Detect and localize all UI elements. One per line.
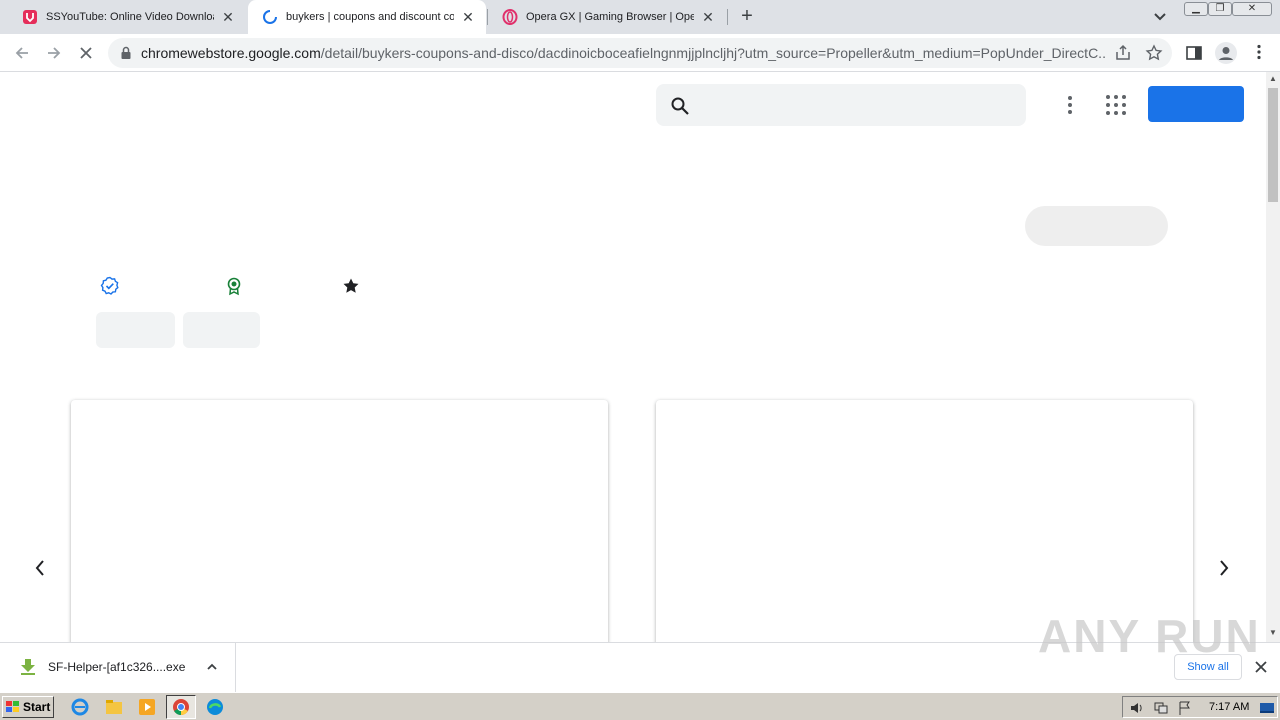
category-chip-placeholder [96, 312, 175, 348]
url-host: chromewebstore.google.com [141, 45, 321, 61]
tab-title: buykers | coupons and discount codes [286, 11, 454, 23]
tab-title: Opera GX | Gaming Browser | Opera [526, 11, 694, 23]
close-tab-icon[interactable]: ✕ [460, 9, 476, 25]
tab-strip: SSYouTube: Online Video Downloader ✕ buy… [0, 0, 1280, 34]
media-player-icon[interactable] [137, 697, 157, 717]
google-apps-icon[interactable] [1104, 93, 1128, 117]
bookmark-star-icon[interactable] [1145, 44, 1163, 62]
tab-search-chevron-icon[interactable] [1150, 8, 1170, 26]
ssyoutube-icon [23, 10, 37, 24]
verified-badge-icon [100, 276, 119, 295]
close-tab-icon[interactable]: ✕ [700, 9, 716, 25]
windows-taskbar: Start 7:17 AM [0, 692, 1280, 720]
close-window-button[interactable]: ✕ [1232, 2, 1272, 16]
carousel-next-button[interactable] [1214, 558, 1234, 578]
download-item[interactable]: SF-Helper-[af1c326....exe [0, 643, 236, 693]
volume-icon[interactable] [1129, 700, 1145, 716]
scroll-up-icon[interactable]: ▲ [1269, 74, 1277, 83]
category-chip-placeholder [183, 312, 260, 348]
close-tab-icon[interactable]: ✕ [220, 9, 236, 25]
stop-loading-button[interactable] [74, 41, 98, 65]
chevron-up-icon[interactable] [205, 660, 219, 674]
back-button[interactable] [10, 41, 34, 65]
system-tray: 7:17 AM [1122, 696, 1278, 718]
chrome-menu-icon[interactable] [1250, 43, 1268, 61]
page-scrollbar[interactable]: ▲ ▼ [1266, 72, 1280, 642]
edge-icon[interactable] [205, 697, 225, 717]
scroll-down-icon[interactable]: ▼ [1269, 628, 1277, 637]
address-bar[interactable]: chromewebstore.google.com/detail/buykers… [108, 38, 1172, 68]
forward-arrow-icon [48, 47, 61, 59]
download-file-name: SF-Helper-[af1c326....exe [48, 660, 186, 674]
close-icon [80, 47, 92, 59]
url-path: /detail/buykers-coupons-and-disco/dacdin… [320, 45, 1105, 61]
download-file-icon [21, 659, 35, 675]
forward-button[interactable] [42, 41, 66, 65]
taskbar-clock[interactable]: 7:17 AM [1209, 701, 1249, 713]
start-label: Start [23, 700, 51, 714]
action-center-flag-icon[interactable] [1177, 700, 1193, 716]
new-tab-button[interactable]: + [736, 6, 758, 28]
opera-icon [502, 9, 518, 25]
show-all-downloads-button[interactable]: Show all [1174, 654, 1242, 680]
tab-ssyoutube[interactable]: SSYouTube: Online Video Downloader ✕ [8, 0, 246, 34]
chrome-icon [173, 699, 189, 715]
download-bar: ANY RUN SF-Helper-[af1c326....exe Show a… [0, 610, 1280, 693]
restore-button[interactable]: ❐ [1208, 2, 1232, 16]
screenshot-card [656, 400, 1193, 642]
start-button[interactable]: Start [2, 696, 54, 718]
chevron-right-icon [1220, 560, 1229, 576]
lock-icon[interactable] [120, 46, 132, 60]
sign-in-button[interactable] [1148, 86, 1244, 122]
internet-explorer-icon[interactable] [70, 697, 90, 717]
show-desktop-icon[interactable] [1259, 700, 1275, 716]
web-store-page [0, 72, 1266, 642]
tab-buykers[interactable]: buykers | coupons and discount codes ✕ [248, 0, 486, 34]
tab-separator [727, 9, 728, 25]
scrollbar-thumb[interactable] [1268, 88, 1278, 202]
browser-toolbar: chromewebstore.google.com/detail/buykers… [0, 34, 1280, 72]
carousel-prev-button[interactable] [30, 558, 50, 578]
screenshot-card [71, 400, 608, 642]
network-icon[interactable] [1153, 700, 1169, 716]
rating-star-icon [343, 278, 359, 293]
chrome-taskbar-button[interactable] [166, 695, 196, 719]
loading-spinner-icon [263, 10, 277, 24]
add-to-chrome-button-placeholder [1025, 206, 1168, 246]
tab-opera-gx[interactable]: Opera GX | Gaming Browser | Opera ✕ [488, 0, 726, 34]
share-icon[interactable] [1114, 44, 1132, 62]
url-text[interactable]: chromewebstore.google.com/detail/buykers… [141, 45, 1105, 61]
search-icon [671, 97, 689, 115]
close-download-bar-icon[interactable] [1254, 660, 1268, 674]
more-options-icon[interactable] [1060, 93, 1080, 117]
store-search-input[interactable] [656, 84, 1026, 126]
chevron-left-icon [35, 560, 44, 576]
profile-avatar-icon[interactable] [1214, 41, 1238, 65]
back-arrow-icon [15, 47, 28, 59]
side-panel-icon[interactable] [1185, 44, 1203, 62]
featured-badge-icon [227, 277, 241, 296]
minimize-button[interactable]: ▁ [1184, 2, 1208, 16]
file-explorer-icon[interactable] [104, 697, 124, 717]
windows-logo-icon [6, 701, 19, 712]
tab-title: SSYouTube: Online Video Downloader [46, 11, 214, 23]
